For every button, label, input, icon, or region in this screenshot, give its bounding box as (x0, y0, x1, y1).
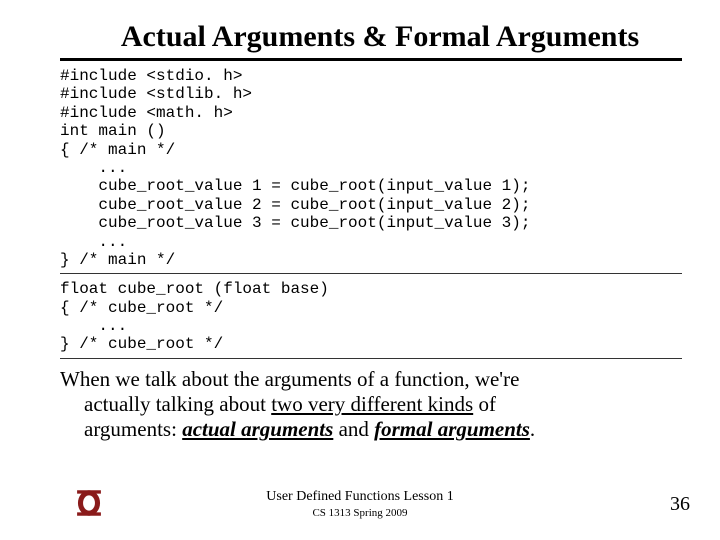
body-line3: arguments: actual arguments and formal a… (84, 417, 670, 442)
code-block-main: #include <stdio. h> #include <stdlib. h>… (60, 67, 690, 269)
page-number: 36 (670, 493, 690, 516)
body-line2b-underline: two very different kinds (271, 392, 473, 416)
body-line3e: . (530, 417, 535, 441)
lesson-title: User Defined Functions Lesson 1 (266, 489, 453, 504)
formal-arguments-term: formal arguments (374, 417, 530, 441)
footer: User Defined Functions Lesson 1 CS 1313 … (0, 482, 720, 522)
body-line1: When we talk about the arguments of a fu… (60, 367, 519, 391)
slide: Actual Arguments & Formal Arguments #inc… (0, 0, 720, 540)
body-paragraph: When we talk about the arguments of a fu… (60, 367, 670, 443)
body-line2: actually talking about two very differen… (84, 392, 670, 417)
code-block-func: float cube_root (float base) { /* cube_r… (60, 280, 690, 354)
body-line2c: of (473, 392, 496, 416)
body-line3a: arguments: (84, 417, 182, 441)
actual-arguments-term: actual arguments (182, 417, 333, 441)
footer-text: User Defined Functions Lesson 1 CS 1313 … (0, 489, 720, 520)
divider-2 (60, 358, 682, 359)
title-rule (60, 58, 682, 61)
body-line2a: actually talking about (84, 392, 271, 416)
body-line3c: and (333, 417, 374, 441)
slide-title: Actual Arguments & Formal Arguments (80, 20, 680, 54)
divider-1 (60, 273, 682, 274)
course-id: CS 1313 Spring 2009 (312, 507, 407, 519)
